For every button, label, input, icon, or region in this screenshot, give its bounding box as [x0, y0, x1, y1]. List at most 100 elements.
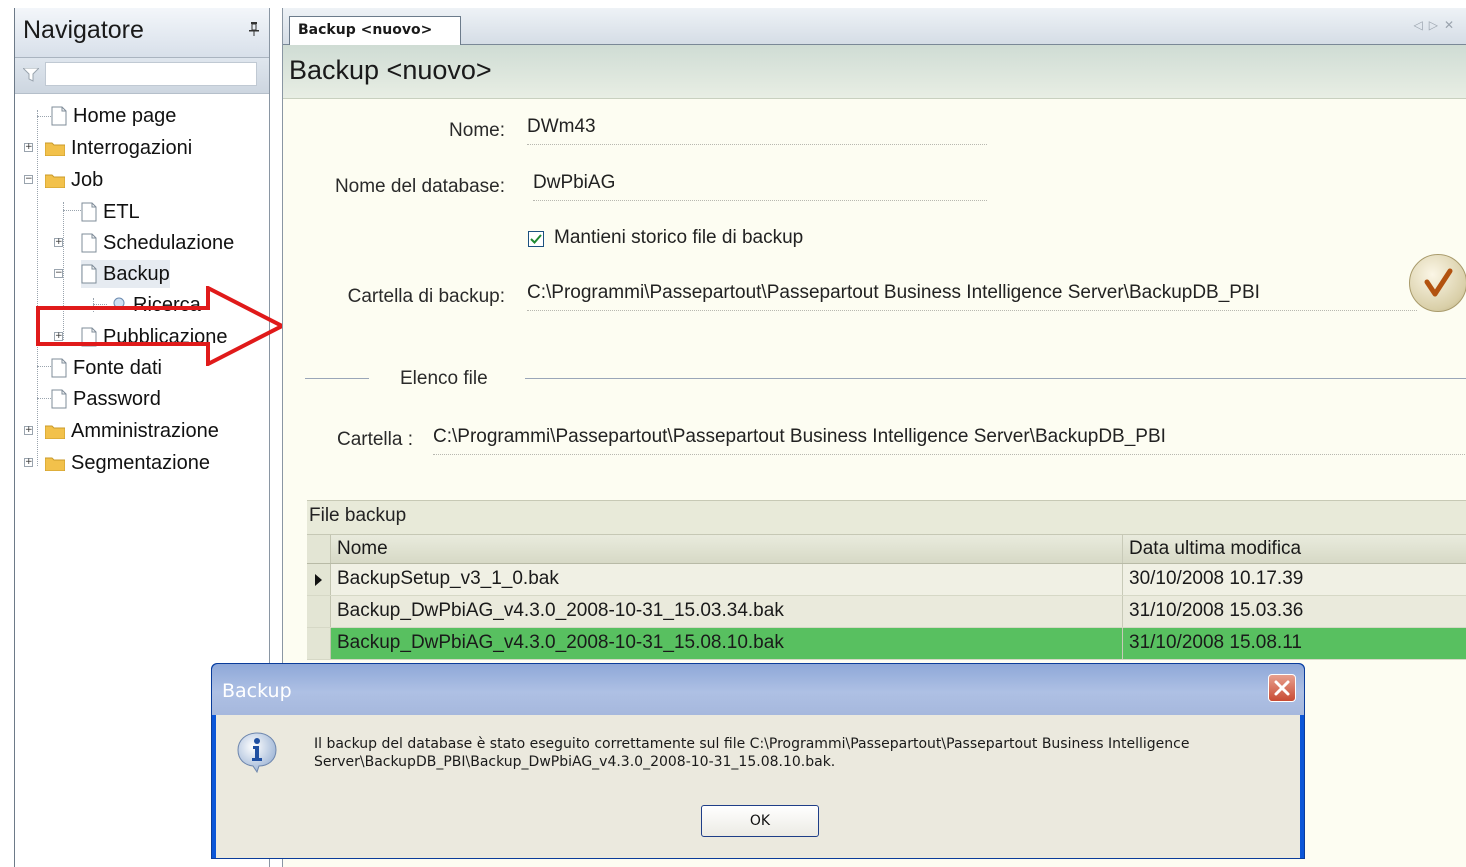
- folder-icon: [45, 425, 65, 439]
- page-icon: [51, 358, 67, 378]
- tab-scroll-arrows-icon[interactable]: ◁▷✕: [1413, 18, 1460, 32]
- tree-item-label: Schedulazione: [103, 231, 235, 254]
- grid-caption: File backup: [307, 500, 1466, 534]
- tree-item-label: Backup: [103, 262, 170, 285]
- expand-icon[interactable]: +: [24, 143, 33, 152]
- page-icon: [81, 202, 97, 222]
- file-name-cell[interactable]: Backup_DwPbiAG_v4.3.0_2008-10-31_15.08.1…: [331, 628, 1123, 659]
- search-icon: [113, 297, 125, 309]
- nome-field[interactable]: DWm43: [527, 116, 987, 145]
- row-header-cell: [307, 535, 331, 563]
- folder-icon: [45, 142, 65, 156]
- file-name-cell[interactable]: BackupSetup_v3_1_0.bak: [331, 564, 1123, 595]
- page-icon: [81, 264, 97, 284]
- folder-icon: [45, 457, 65, 471]
- close-icon: [1274, 680, 1290, 696]
- tree-item-etl[interactable]: ETL: [81, 198, 140, 226]
- tree-item-fonte-dati[interactable]: Fonte dati: [51, 354, 162, 382]
- file-backup-grid: File backup Nome Data ultima modifica Ba…: [307, 500, 1466, 660]
- folder-label: Cartella :: [336, 429, 413, 450]
- row-header-cell[interactable]: [307, 564, 331, 595]
- tree-item-pubblicazione[interactable]: Pubblicazione: [81, 323, 228, 351]
- file-list-section-title: Elenco file: [400, 368, 488, 389]
- tree-item-label: Interrogazioni: [71, 136, 193, 159]
- keep-history-label: Mantieni storico file di backup: [554, 227, 804, 248]
- pin-icon[interactable]: [249, 22, 259, 36]
- row-header-cell[interactable]: [307, 596, 331, 627]
- file-date-cell[interactable]: 30/10/2008 10.17.39: [1123, 564, 1466, 595]
- tree-item-label: Home page: [73, 104, 177, 127]
- tree-item-backup[interactable]: Backup: [81, 260, 170, 288]
- backup-folder-field[interactable]: C:\Programmi\Passepartout\Passepartout B…: [527, 282, 1417, 311]
- nome-label: Nome:: [449, 120, 505, 141]
- grid-header-row: Nome Data ultima modifica: [307, 534, 1466, 564]
- tree-item-label: Job: [71, 168, 104, 191]
- checkmark-icon: [530, 234, 542, 244]
- database-name-label: Nome del database:: [334, 176, 505, 197]
- page-icon: [51, 389, 67, 409]
- dialog-message: Il backup del database è stato eseguito …: [314, 735, 1304, 771]
- tree-item-ricerca[interactable]: Ricerca: [111, 291, 201, 319]
- tree-item-amministrazione[interactable]: Amministrazione: [45, 417, 219, 445]
- tree-item-label: Pubblicazione: [103, 325, 228, 348]
- table-row[interactable]: Backup_DwPbiAG_v4.3.0_2008-10-31_15.03.3…: [307, 596, 1466, 628]
- section-divider: [525, 378, 1466, 379]
- checkmark-icon: [1424, 268, 1453, 297]
- confirm-button[interactable]: [1409, 254, 1466, 312]
- current-row-icon: [315, 574, 322, 586]
- info-icon: [237, 732, 277, 773]
- dialog-message-line: Il backup del database è stato eseguito …: [314, 736, 1190, 752]
- tree-item-label: Segmentazione: [71, 451, 210, 474]
- navigator-filter-bar: [15, 58, 269, 94]
- page-header: Backup <nuovo>: [283, 45, 1466, 99]
- folder-icon: [45, 174, 65, 188]
- file-date-cell[interactable]: 31/10/2008 15.03.36: [1123, 596, 1466, 627]
- navigator-header: Navigatore: [15, 8, 269, 58]
- tree-item-label: Password: [73, 387, 161, 410]
- tree-item-label: Fonte dati: [73, 356, 162, 379]
- document-tab-strip: Backup <nuovo> ◁▷✕: [283, 8, 1466, 45]
- ok-button[interactable]: OK: [701, 805, 819, 837]
- expand-icon[interactable]: +: [54, 332, 63, 341]
- tree-item-segmentazione[interactable]: Segmentazione: [45, 449, 210, 477]
- row-header-cell[interactable]: [307, 628, 331, 659]
- section-divider: [305, 378, 369, 379]
- tree-item-home-page[interactable]: Home page: [51, 102, 176, 130]
- expand-icon[interactable]: +: [24, 458, 33, 467]
- expand-icon[interactable]: +: [54, 238, 63, 247]
- tree-item-interrogazioni[interactable]: Interrogazioni: [45, 134, 192, 162]
- collapse-icon[interactable]: −: [54, 269, 63, 278]
- close-button[interactable]: [1268, 674, 1296, 702]
- tree-item-label: Amministrazione: [71, 419, 219, 442]
- tree-item-label: ETL: [103, 200, 140, 223]
- folder-field[interactable]: C:\Programmi\Passepartout\Passepartout B…: [433, 426, 1466, 455]
- table-row[interactable]: BackupSetup_v3_1_0.bak 30/10/2008 10.17.…: [307, 564, 1466, 596]
- funnel-icon: [23, 68, 39, 82]
- expand-icon[interactable]: +: [24, 426, 33, 435]
- collapse-icon[interactable]: −: [24, 175, 33, 184]
- file-date-cell[interactable]: 31/10/2008 15.08.11: [1123, 628, 1466, 659]
- tree-item-schedulazione[interactable]: Schedulazione: [81, 229, 234, 257]
- backup-folder-label: Cartella di backup:: [347, 286, 505, 307]
- page-icon: [81, 327, 97, 347]
- column-header-nome[interactable]: Nome: [331, 535, 1123, 563]
- page-title: Backup <nuovo>: [289, 55, 492, 85]
- navigator-title: Navigatore: [23, 16, 144, 44]
- backup-message-dialog: Backup Il backup del database è stato es…: [211, 663, 1305, 859]
- file-name-cell[interactable]: Backup_DwPbiAG_v4.3.0_2008-10-31_15.03.3…: [331, 596, 1123, 627]
- navigator-filter-input[interactable]: [45, 62, 257, 86]
- page-icon: [51, 106, 67, 126]
- keep-history-checkbox[interactable]: [528, 231, 544, 247]
- table-row-selected[interactable]: Backup_DwPbiAG_v4.3.0_2008-10-31_15.08.1…: [307, 628, 1466, 660]
- tree-item-password[interactable]: Password: [51, 385, 161, 413]
- dialog-body: Il backup del database è stato eseguito …: [216, 715, 1300, 858]
- dialog-titlebar[interactable]: Backup: [212, 664, 1304, 715]
- tree-item-label: Ricerca: [133, 293, 201, 316]
- database-name-field[interactable]: DwPbiAG: [533, 172, 987, 201]
- tab-backup-nuovo[interactable]: Backup <nuovo>: [289, 16, 461, 45]
- dialog-message-line: Server\BackupDB_PBI\Backup_DwPbiAG_v4.3.…: [314, 754, 836, 770]
- column-header-data[interactable]: Data ultima modifica: [1123, 535, 1466, 563]
- dialog-title: Backup: [222, 680, 292, 702]
- page-icon: [81, 233, 97, 253]
- tree-item-job[interactable]: Job: [45, 166, 103, 194]
